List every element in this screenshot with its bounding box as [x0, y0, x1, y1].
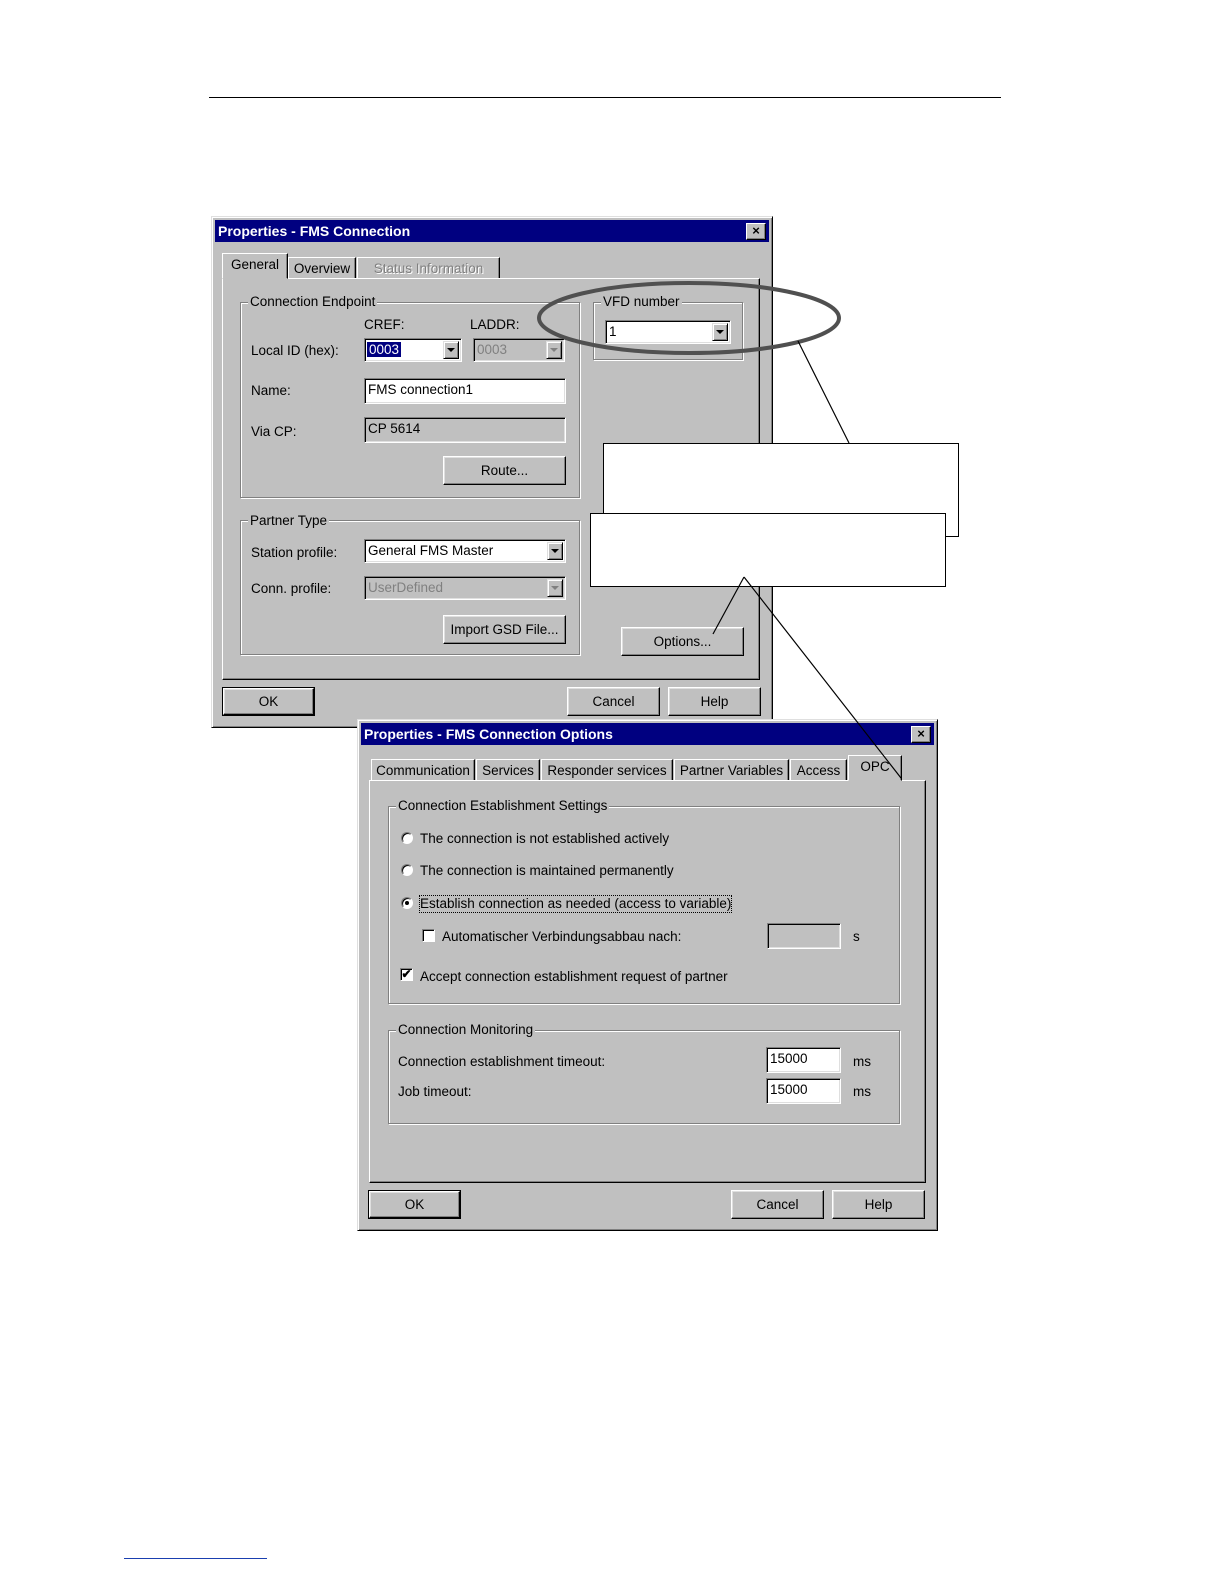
station-profile-combo[interactable]: General FMS Master: [364, 539, 566, 563]
header-rule: [209, 97, 1001, 98]
local-id-value: 0003: [367, 342, 402, 357]
footer-rule: [124, 1558, 267, 1559]
vfd-number-value: 1: [609, 324, 617, 339]
conn-profile-combo[interactable]: UserDefined: [364, 576, 566, 600]
tab-status-information[interactable]: Status Information: [357, 257, 500, 279]
vfd-number-label: VFD number: [601, 294, 682, 310]
station-profile-label: Station profile:: [251, 545, 338, 560]
auto-disconnect-field[interactable]: [767, 923, 841, 949]
chevron-down-icon: [546, 341, 562, 359]
conn-profile-value: UserDefined: [368, 580, 444, 595]
route-button[interactable]: Route...: [443, 456, 566, 485]
tab-general[interactable]: General: [222, 253, 288, 279]
accept-request-checkbox[interactable]: ✔: [400, 968, 413, 981]
auto-disconnect-label: Automatischer Verbindungsabbau nach:: [442, 929, 682, 944]
est-timeout-unit: ms: [853, 1054, 871, 1069]
radio-maintained-permanently[interactable]: [401, 864, 413, 876]
local-id-label: Local ID (hex):: [251, 343, 339, 358]
close-icon[interactable]: ×: [911, 726, 931, 743]
tab-overview[interactable]: Overview: [288, 257, 356, 279]
cancel-button[interactable]: Cancel: [567, 687, 660, 716]
dialog-title: Properties - FMS Connection Options: [364, 726, 613, 742]
radio-not-established-label: The connection is not established active…: [420, 831, 670, 846]
local-id-combo[interactable]: 0003: [364, 338, 462, 362]
connection-monitoring-label: Connection Monitoring: [396, 1022, 536, 1038]
tab-opc[interactable]: OPC: [848, 755, 902, 781]
via-cp-field: CP 5614: [364, 417, 566, 443]
vfd-number-combo[interactable]: 1: [605, 320, 731, 344]
cancel-button[interactable]: Cancel: [731, 1190, 824, 1219]
laddr-value: 0003: [477, 342, 508, 357]
connection-endpoint-label: Connection Endpoint: [248, 294, 378, 310]
dialog-titlebar[interactable]: Properties - FMS Connection Options ×: [361, 723, 934, 745]
est-timeout-label: Connection establishment timeout:: [398, 1054, 606, 1069]
tab-responder-services[interactable]: Responder services: [541, 759, 673, 781]
radio-maintained-permanently-label: The connection is maintained permanently: [420, 863, 674, 878]
tab-access[interactable]: Access: [790, 759, 847, 781]
job-timeout-unit: ms: [853, 1084, 871, 1099]
ok-button[interactable]: OK: [368, 1190, 461, 1219]
via-cp-label: Via CP:: [251, 424, 297, 439]
vfd-callout-line: [797, 340, 850, 444]
laddr-label: LADDR:: [470, 317, 520, 332]
auto-disconnect-checkbox[interactable]: [422, 929, 435, 942]
dialog-title: Properties - FMS Connection: [218, 223, 411, 239]
chevron-down-icon[interactable]: [443, 341, 459, 359]
job-timeout-label: Job timeout:: [398, 1084, 472, 1099]
partner-type-label: Partner Type: [248, 513, 330, 529]
accept-request-label: Accept connection establishment request …: [420, 969, 728, 984]
help-button[interactable]: Help: [668, 687, 761, 716]
tab-services[interactable]: Services: [476, 759, 540, 781]
radio-establish-as-needed[interactable]: [401, 897, 413, 909]
radio-not-established[interactable]: [401, 832, 413, 844]
chevron-down-icon[interactable]: [547, 542, 563, 560]
radio-establish-as-needed-label: Establish connection as needed (access t…: [418, 895, 733, 913]
help-button[interactable]: Help: [832, 1190, 925, 1219]
close-icon[interactable]: ×: [746, 223, 766, 240]
dialog-titlebar[interactable]: Properties - FMS Connection ×: [215, 220, 769, 242]
laddr-combo[interactable]: 0003: [473, 338, 565, 362]
tab-communication[interactable]: Communication: [371, 759, 475, 781]
connection-monitoring-group: [388, 1030, 900, 1124]
name-field[interactable]: FMS connection1: [364, 378, 566, 404]
options-button[interactable]: Options...: [621, 627, 744, 656]
conn-profile-label: Conn. profile:: [251, 581, 332, 596]
fms-connection-options-dialog: Properties - FMS Connection Options × Co…: [357, 719, 938, 1231]
station-profile-value: General FMS Master: [368, 543, 494, 558]
chevron-down-icon[interactable]: [712, 323, 728, 341]
import-gsd-button[interactable]: Import GSD File...: [443, 615, 566, 644]
cref-label: CREF:: [364, 317, 405, 332]
est-timeout-field[interactable]: 15000: [766, 1047, 841, 1073]
auto-disconnect-unit: s: [853, 929, 860, 944]
tab-partner-variables[interactable]: Partner Variables: [674, 759, 789, 781]
job-timeout-field[interactable]: 15000: [766, 1078, 841, 1104]
chevron-down-icon: [547, 579, 563, 597]
name-label: Name:: [251, 383, 291, 398]
ok-button[interactable]: OK: [222, 687, 315, 716]
connection-establishment-label: Connection Establishment Settings: [396, 798, 610, 814]
callout-box-opc: [590, 513, 946, 587]
